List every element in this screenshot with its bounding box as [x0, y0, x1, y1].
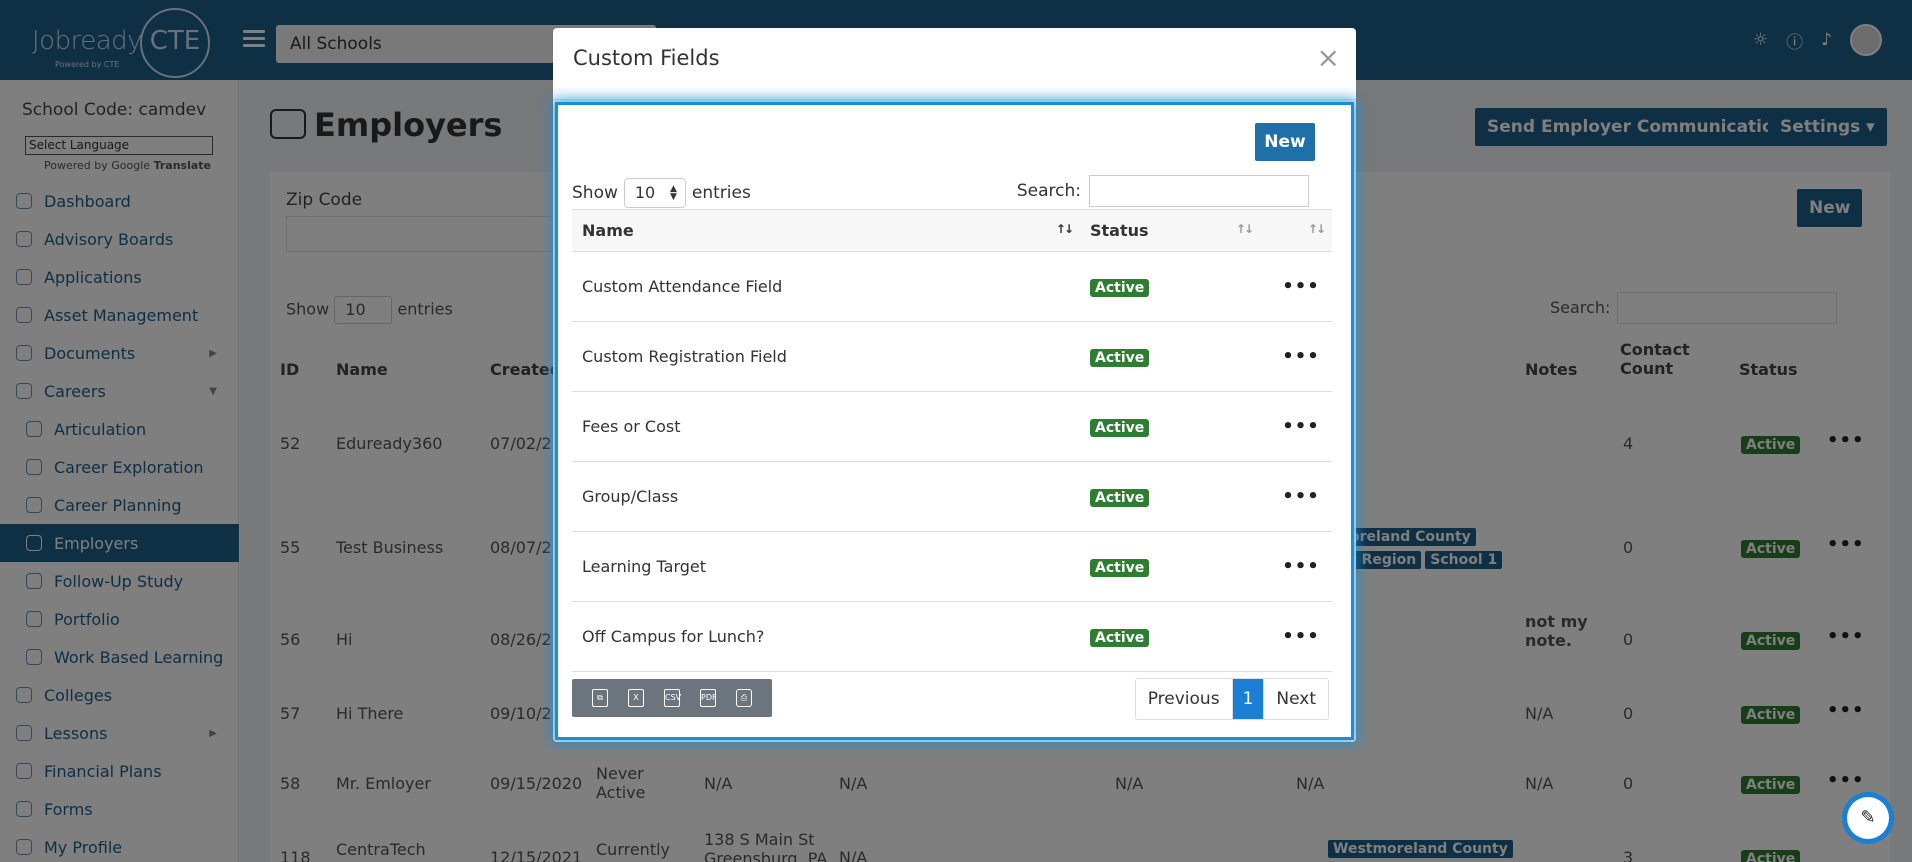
search-label: Search: [1016, 181, 1081, 201]
table-row: Off Campus for Lunch? Active ••• [572, 601, 1332, 672]
sort-asc-icon: ↑↓ [1055, 222, 1074, 236]
print-icon[interactable]: ⎙ [736, 689, 752, 707]
entries-label: entries [691, 183, 751, 203]
more-icon: ••• [1282, 276, 1320, 297]
sort-caret-icon: ▲ ▼ [669, 184, 677, 202]
field-name: Off Campus for Lunch? [572, 601, 1080, 672]
row-actions-button[interactable]: ••• [1260, 601, 1332, 672]
next-page-button[interactable]: Next [1264, 679, 1328, 719]
row-actions-button[interactable]: ••• [1260, 461, 1332, 532]
field-name: Fees or Cost [572, 391, 1080, 462]
row-actions-button[interactable]: ••• [1260, 251, 1332, 322]
status-badge: Active [1080, 461, 1260, 532]
show-entries: Show 10 ▲ ▼ entries [572, 178, 751, 208]
custom-fields-table: Name ↑↓ Status ↑↓ ↑↓ Custom Attendance Fie… [572, 209, 1332, 672]
sort-icon: ↑↓ [1307, 222, 1326, 236]
more-icon: ••• [1282, 556, 1320, 577]
csv-icon[interactable]: CSV [664, 689, 681, 707]
sort-icon: ↑↓ [1235, 222, 1254, 236]
modal-header: Custom Fields × [553, 28, 1356, 100]
field-name: Custom Attendance Field [572, 251, 1080, 322]
table-row: Custom Registration Field Active ••• [572, 321, 1332, 392]
col-name-header[interactable]: Name ↑↓ [572, 209, 1080, 252]
export-button-group: ⧉ X CSV PDF ⎙ [572, 679, 772, 717]
show-label: Show [572, 183, 618, 203]
pdf-icon[interactable]: PDF [700, 689, 717, 707]
row-actions-button[interactable]: ••• [1260, 531, 1332, 602]
status-badge: Active [1080, 251, 1260, 322]
custom-fields-modal: Custom Fields × New Show 10 ▲ ▼ entries Se… [553, 28, 1356, 742]
modal-title: Custom Fields [573, 46, 720, 70]
row-actions-button[interactable]: ••• [1260, 391, 1332, 462]
field-name: Learning Target [572, 531, 1080, 602]
status-badge: Active [1080, 601, 1260, 672]
status-badge: Active [1080, 531, 1260, 602]
modal-body: New Show 10 ▲ ▼ entries Search: Name ↑↓ Sta… [555, 102, 1354, 740]
field-name: Group/Class [572, 461, 1080, 532]
col-actions-header[interactable]: ↑↓ [1260, 209, 1332, 252]
more-icon: ••• [1282, 346, 1320, 367]
status-badge: Active [1080, 391, 1260, 462]
new-custom-field-button[interactable]: New [1255, 123, 1315, 161]
previous-page-button[interactable]: Previous [1136, 679, 1232, 719]
table-row: Fees or Cost Active ••• [572, 391, 1332, 462]
pagination: Previous 1 Next [1134, 678, 1329, 720]
search-row: Search: [1017, 175, 1309, 207]
copy-icon[interactable]: ⧉ [592, 689, 608, 707]
page-1-button[interactable]: 1 [1231, 679, 1265, 719]
more-icon: ••• [1282, 486, 1320, 507]
row-actions-button[interactable]: ••• [1260, 321, 1332, 392]
entries-length-select[interactable]: 10 ▲ ▼ [623, 178, 686, 208]
table-row: Group/Class Active ••• [572, 461, 1332, 532]
feather-icon: ✎ [1847, 797, 1889, 839]
table-row: Custom Attendance Field Active ••• [572, 251, 1332, 322]
more-icon: ••• [1282, 416, 1320, 437]
excel-icon[interactable]: X [628, 689, 644, 707]
search-input[interactable] [1089, 175, 1309, 207]
close-icon[interactable]: × [1317, 44, 1340, 72]
table-row: Learning Target Active ••• [572, 531, 1332, 602]
col-status-header[interactable]: Status ↑↓ [1080, 209, 1260, 252]
more-icon: ••• [1282, 626, 1320, 647]
floating-help-button[interactable]: ✎ [1842, 792, 1894, 844]
field-name: Custom Registration Field [572, 321, 1080, 392]
status-badge: Active [1080, 321, 1260, 392]
